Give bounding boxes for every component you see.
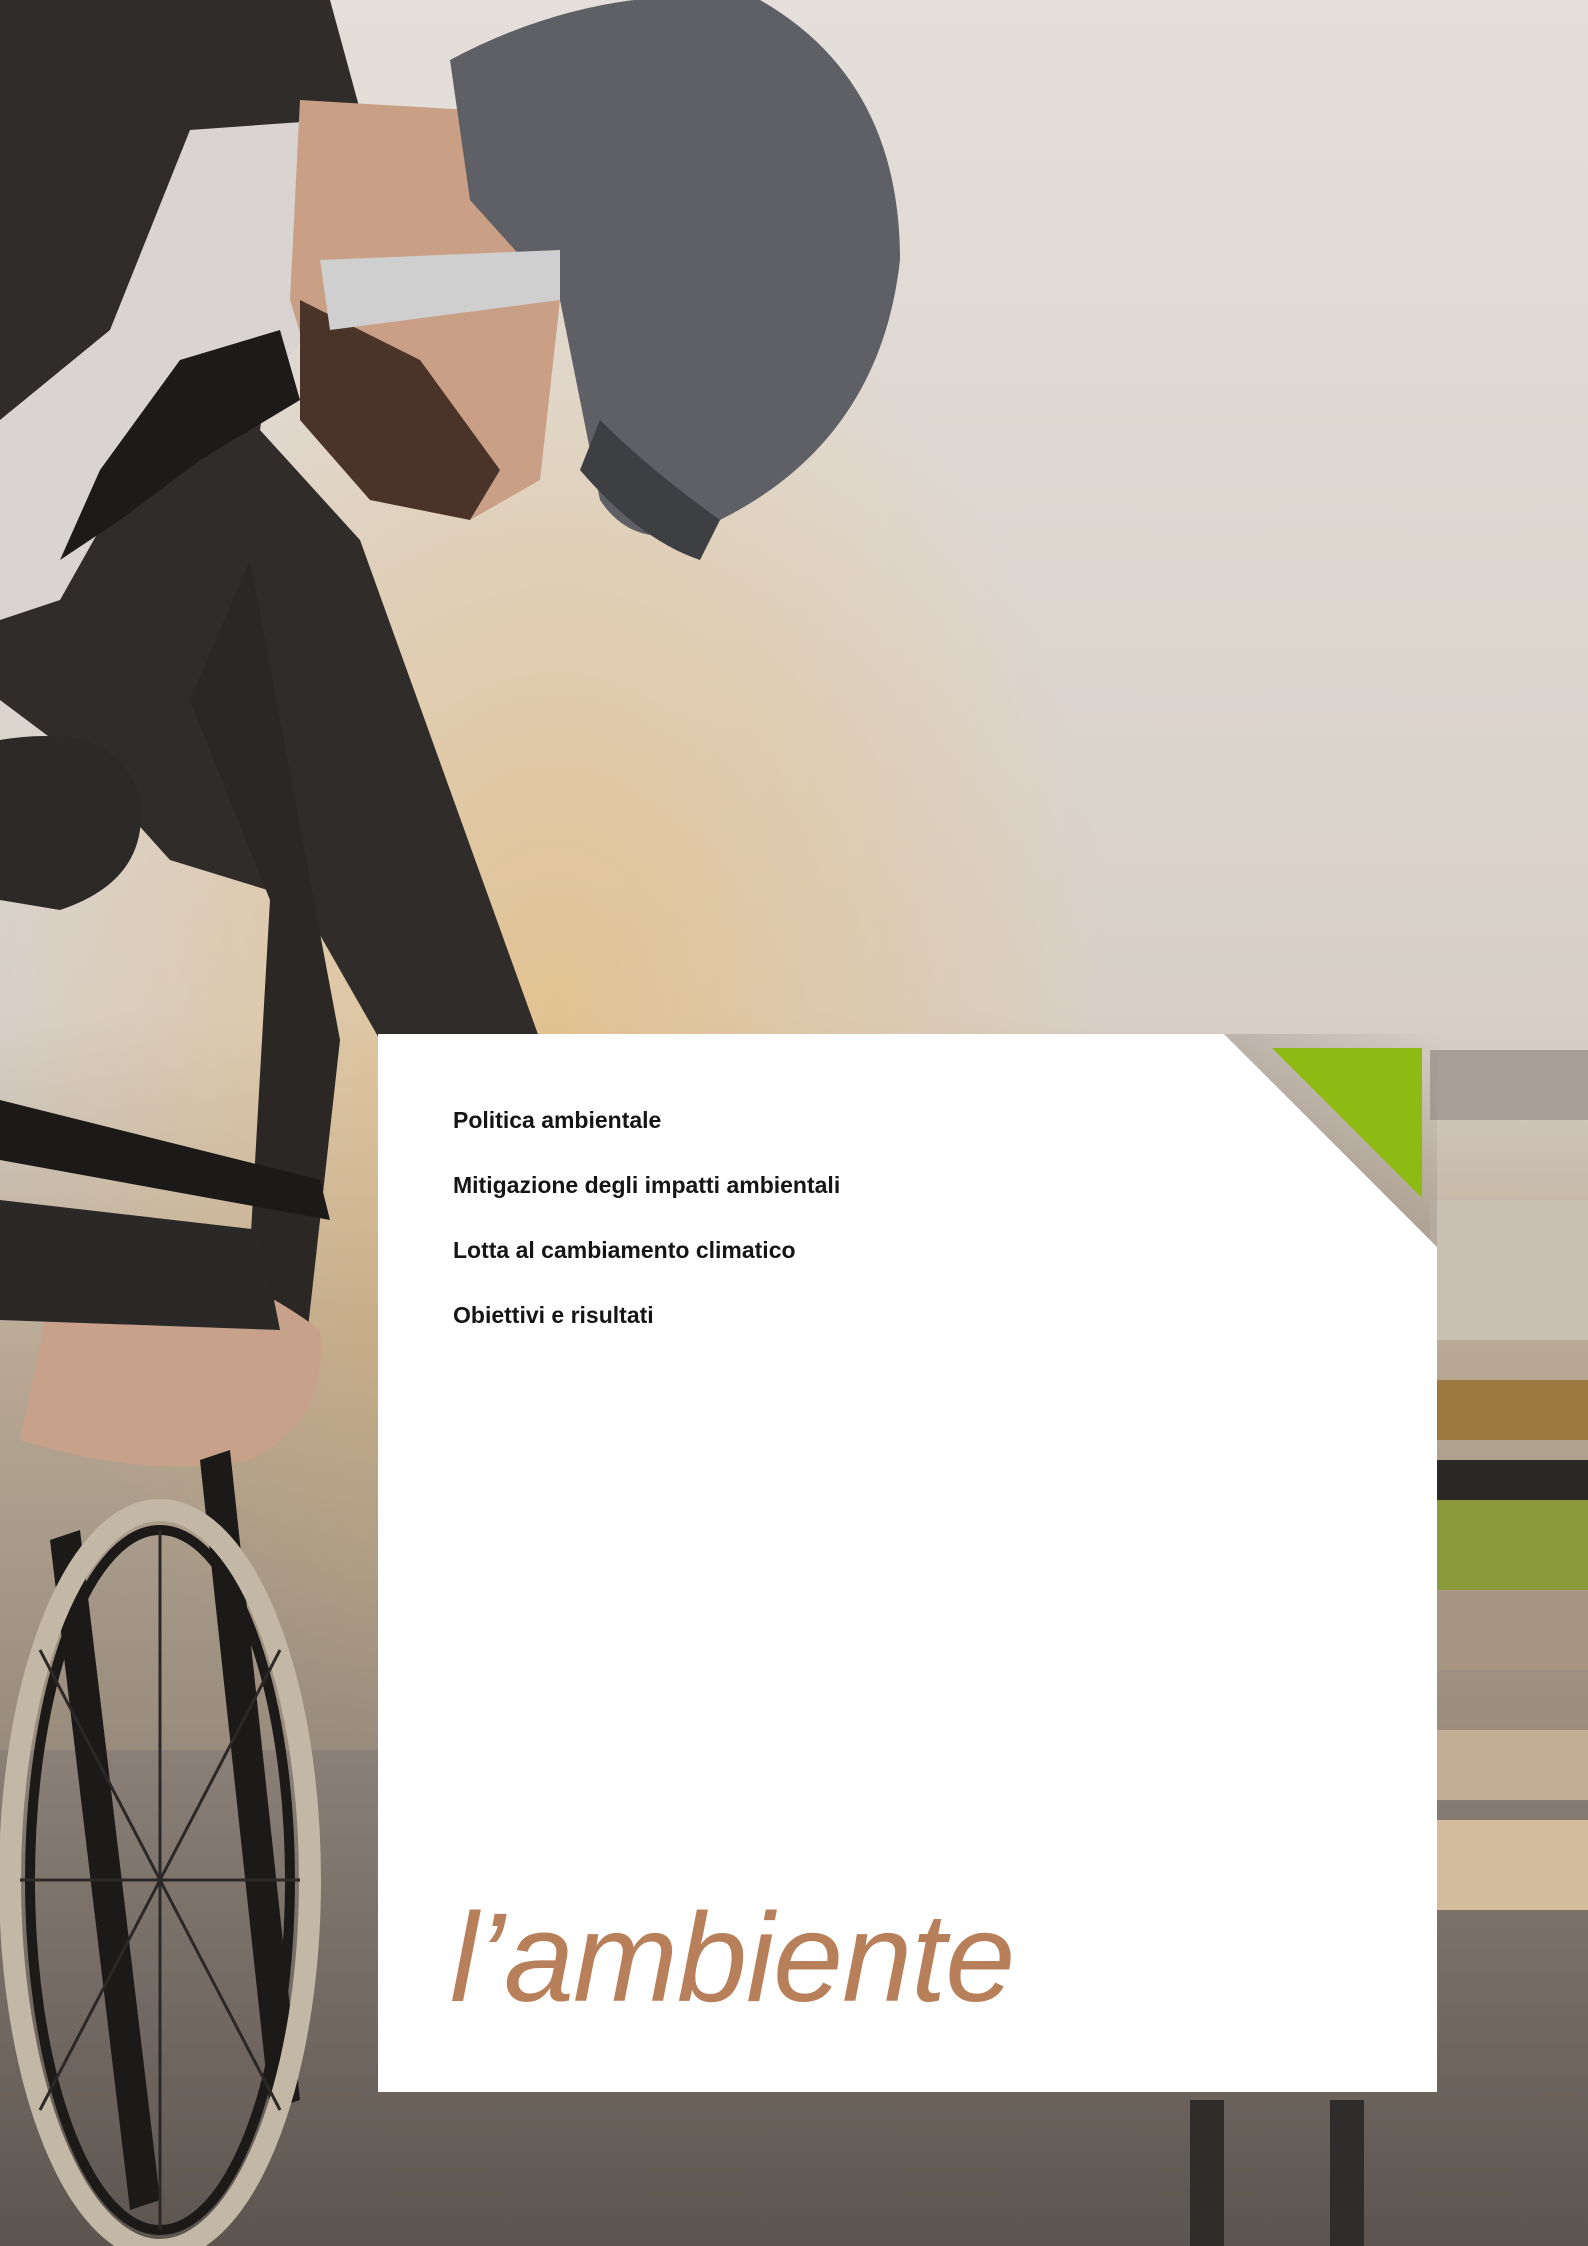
- contents-item: Obiettivi e risultati: [453, 1302, 654, 1328]
- section-title: l’ambiente: [450, 1887, 1015, 2028]
- contents-item: Politica ambientale: [453, 1107, 662, 1133]
- contents-item: Mitigazione degli impatti ambientali: [453, 1172, 841, 1198]
- contents-item: Lotta al cambiamento climatico: [453, 1237, 796, 1263]
- section-contents-list: Politica ambientale Mitigazione degli im…: [453, 1100, 840, 1360]
- document-page: Politica ambientale Mitigazione degli im…: [0, 0, 1588, 2246]
